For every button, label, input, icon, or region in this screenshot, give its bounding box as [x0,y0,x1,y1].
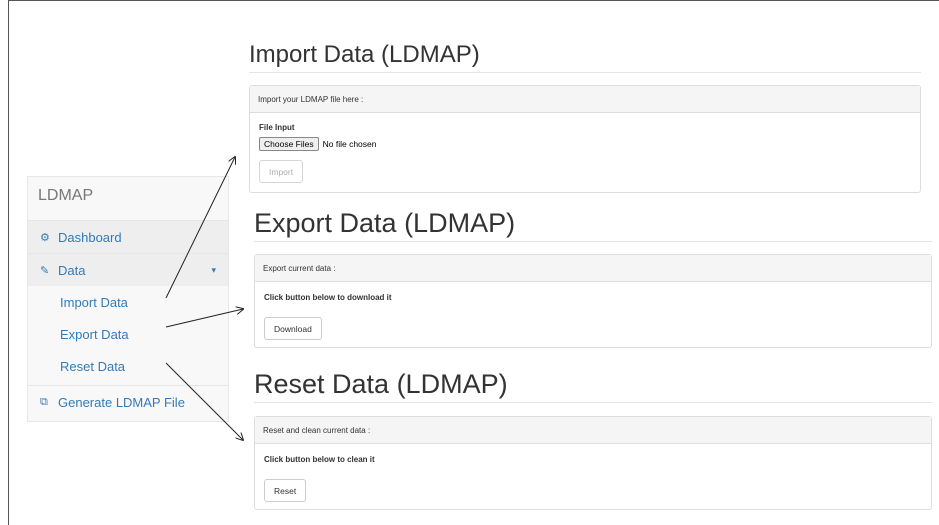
arrow-export [165,309,243,328]
annotation-arrows [165,0,939,525]
arrow-reset [165,362,243,440]
arrow-import [165,157,235,299]
